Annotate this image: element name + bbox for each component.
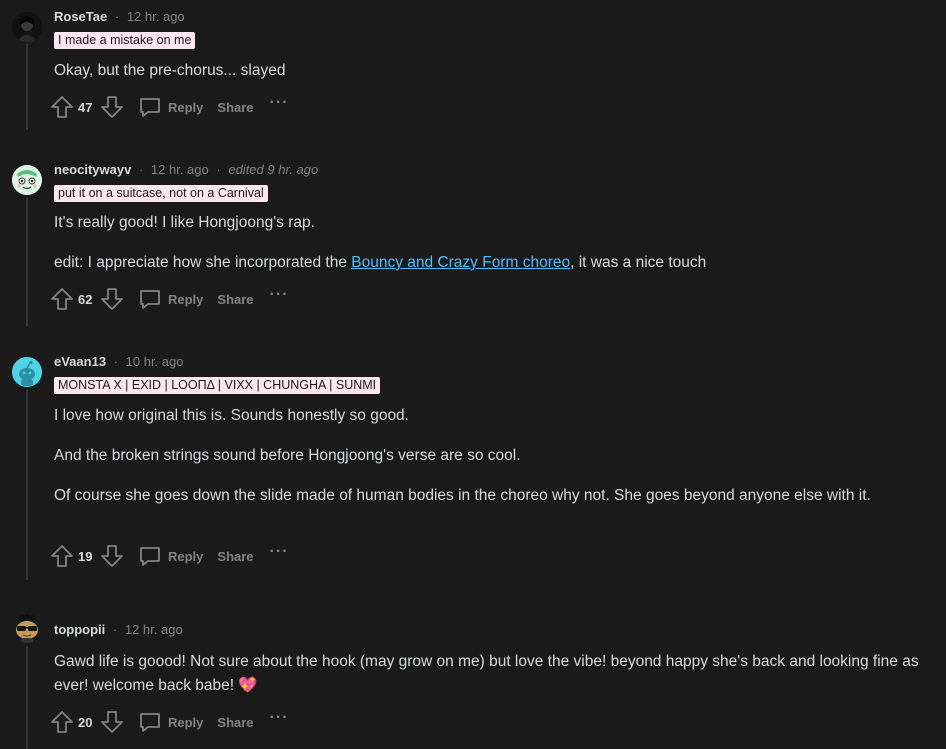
thread-line[interactable] xyxy=(26,44,28,130)
thread-line[interactable] xyxy=(26,198,28,326)
more-options-icon[interactable]: ··· xyxy=(270,286,289,304)
reply-label: Reply xyxy=(168,99,204,115)
comment-body: I love how original this is. Sounds hone… xyxy=(54,407,409,424)
comment-meta: neocitywayv · 12 hr. ago · edited 9 hr. … xyxy=(54,162,318,177)
share-button[interactable]: Share xyxy=(217,715,253,730)
reply-label: Reply xyxy=(168,714,204,730)
comment-body: It's really good! I like Hongjoong's rap… xyxy=(54,214,315,231)
avatar[interactable] xyxy=(12,165,42,195)
reply-button[interactable]: Reply xyxy=(138,710,203,734)
comment-actions: 62 Reply Share ··· xyxy=(50,286,289,312)
upvote-icon[interactable] xyxy=(50,95,74,119)
timestamp[interactable]: 12 hr. ago xyxy=(125,622,183,637)
separator-dot: · xyxy=(114,9,120,24)
reply-label: Reply xyxy=(168,291,204,307)
separator-dot: · xyxy=(113,354,119,369)
downvote-icon[interactable] xyxy=(100,95,124,119)
more-options-icon[interactable]: ··· xyxy=(270,709,289,727)
avatar[interactable] xyxy=(12,12,42,42)
edited-timestamp: edited 9 hr. ago xyxy=(228,162,319,177)
green-cartoon-avatar-icon xyxy=(12,165,42,195)
comment-actions: 19 Reply Share ··· xyxy=(50,543,289,569)
vote-count: 62 xyxy=(78,291,93,307)
reply-label: Reply xyxy=(168,548,204,564)
separator-dot: · xyxy=(138,162,144,177)
share-button[interactable]: Share xyxy=(217,292,253,307)
more-options-icon[interactable]: ··· xyxy=(270,94,289,112)
user-flair: MONSTA X | EXID | LOOΠΔ | VIXX | CHUNGHA… xyxy=(54,377,381,394)
comment-bubble-icon xyxy=(138,95,162,119)
share-button[interactable]: Share xyxy=(217,100,253,115)
vote-count: 20 xyxy=(78,714,93,730)
share-button[interactable]: Share xyxy=(217,549,253,564)
comment-body: Gawd life is goood! Not sure about the h… xyxy=(54,653,919,694)
reply-button[interactable]: Reply xyxy=(138,544,203,568)
comment-actions: 47 Reply Share ··· xyxy=(50,94,289,120)
author-name[interactable]: eVaan13 xyxy=(54,354,106,369)
cyan-snoo-avatar-icon xyxy=(12,357,42,387)
author-name[interactable]: RoseTae xyxy=(54,9,107,24)
avatar[interactable] xyxy=(12,357,42,387)
comment-meta: eVaan13 · 10 hr. ago xyxy=(54,354,183,369)
downvote-icon[interactable] xyxy=(100,287,124,311)
edit-text-after: , it was a nice touch xyxy=(570,254,707,271)
timestamp[interactable]: 10 hr. ago xyxy=(126,354,184,369)
avatar[interactable] xyxy=(12,613,42,643)
sunglasses-snoo-avatar-icon xyxy=(16,614,38,643)
vote-controls: 19 xyxy=(50,544,124,568)
user-flair: I made a mistake on me xyxy=(54,32,196,49)
comment-meta: toppopii · 12 hr. ago xyxy=(54,622,183,637)
user-flair: put it on a suitcase, not on a Carnival xyxy=(54,185,268,202)
dark-portrait-avatar-icon xyxy=(12,12,42,42)
comment: RoseTae · 12 hr. ago I made a mistake on… xyxy=(0,0,946,150)
upvote-icon[interactable] xyxy=(50,544,74,568)
thread-line[interactable] xyxy=(26,646,28,749)
thread-line[interactable] xyxy=(26,390,28,580)
separator-dot: · xyxy=(112,622,118,637)
comment-edit-line: edit: I appreciate how she incorporated … xyxy=(54,251,924,275)
comment: neocitywayv · 12 hr. ago · edited 9 hr. … xyxy=(0,152,946,342)
vote-controls: 20 xyxy=(50,710,124,734)
edit-text-before: edit: I appreciate how she incorporated … xyxy=(54,254,352,271)
author-name[interactable]: toppopii xyxy=(54,622,105,637)
downvote-icon[interactable] xyxy=(100,544,124,568)
upvote-icon[interactable] xyxy=(50,710,74,734)
vote-controls: 62 xyxy=(50,287,124,311)
separator-dot: · xyxy=(216,162,221,177)
comment-meta: RoseTae · 12 hr. ago xyxy=(54,9,185,24)
author-name[interactable]: neocitywayv xyxy=(54,162,131,177)
comment-body: Of course she goes down the slide made o… xyxy=(54,487,871,504)
choreo-link[interactable]: Bouncy and Crazy Form choreo xyxy=(351,254,570,271)
comment: toppopii · 12 hr. ago Gawd life is goood… xyxy=(0,600,946,749)
comment-bubble-icon xyxy=(138,544,162,568)
timestamp[interactable]: 12 hr. ago xyxy=(127,9,185,24)
timestamp[interactable]: 12 hr. ago xyxy=(151,162,209,177)
vote-controls: 47 xyxy=(50,95,124,119)
reply-button[interactable]: Reply xyxy=(138,95,203,119)
vote-count: 19 xyxy=(78,548,93,564)
vote-count: 47 xyxy=(78,99,93,115)
downvote-icon[interactable] xyxy=(100,710,124,734)
comment-body: And the broken strings sound before Hong… xyxy=(54,447,521,464)
comment-body: Okay, but the pre-chorus... slayed xyxy=(54,62,286,79)
more-options-icon[interactable]: ··· xyxy=(270,543,289,561)
comment-bubble-icon xyxy=(138,710,162,734)
comment-actions: 20 Reply Share ··· xyxy=(50,709,289,735)
comment-bubble-icon xyxy=(138,287,162,311)
comment: eVaan13 · 10 hr. ago MONSTA X | EXID | L… xyxy=(0,344,946,584)
upvote-icon[interactable] xyxy=(50,287,74,311)
reply-button[interactable]: Reply xyxy=(138,287,203,311)
